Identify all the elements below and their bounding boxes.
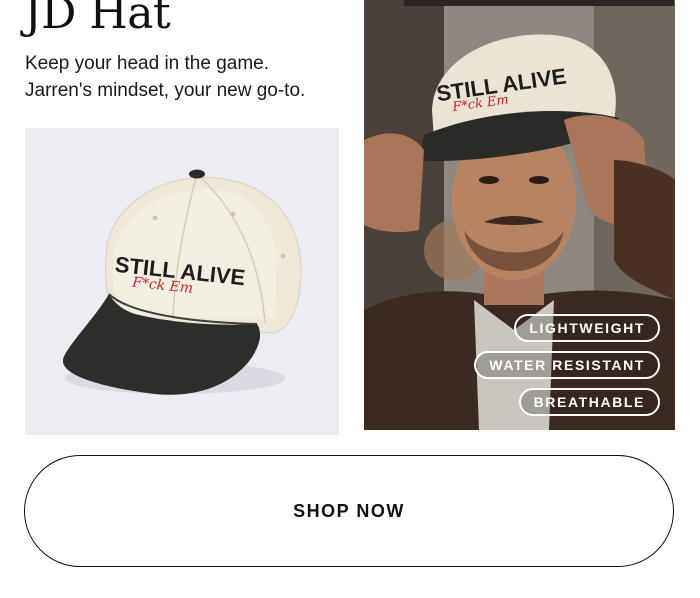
feature-badge-water-resistant: WATER RESISTANT (474, 351, 660, 379)
tagline-line-2: Jarren's mindset, your new go-to. (25, 80, 306, 101)
feature-badge-lightweight: LIGHTWEIGHT (514, 314, 660, 342)
shop-now-button[interactable]: SHOP NOW (24, 455, 674, 567)
product-title: JD Hat (24, 0, 171, 39)
feature-badge-breathable: BREATHABLE (518, 388, 660, 416)
hat-illustration: STILL ALIVE F*ck Em (62, 169, 302, 395)
feature-badges: LIGHTWEIGHT WATER RESISTANT BREATHABLE (474, 314, 660, 416)
tagline-line-1: Keep your head in the game. (25, 53, 270, 74)
product-tagline: Keep your head in the game. Jarren's min… (25, 50, 355, 104)
lifestyle-image[interactable]: STILL ALIVE F*ck Em LIGHTWEIGHT WATER RE… (364, 0, 675, 430)
product-image[interactable]: STILL ALIVE F*ck Em (25, 128, 339, 435)
